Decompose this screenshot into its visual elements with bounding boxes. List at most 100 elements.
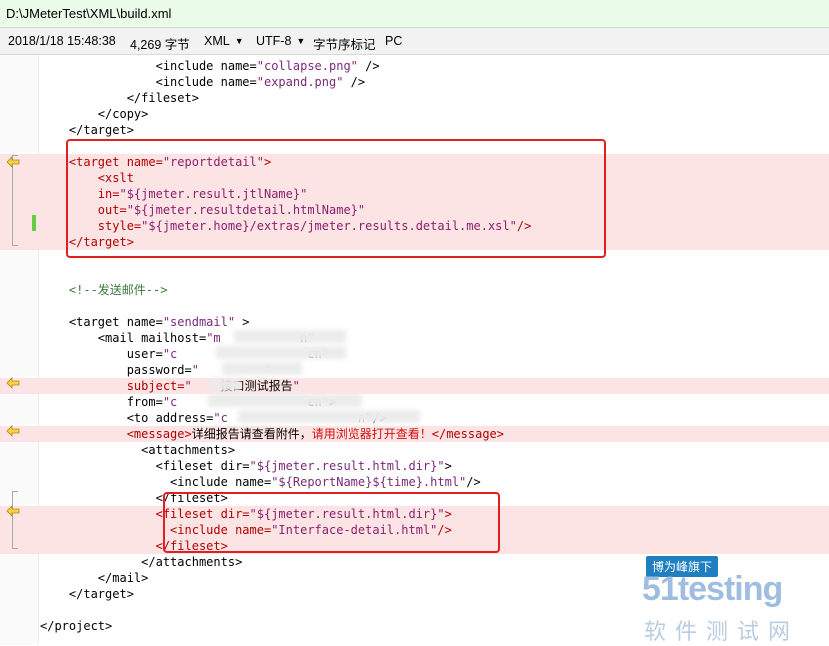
file-datetime: 2018/1/18 15:48:38 [8,34,116,48]
code-line[interactable]: <include name="expand.png" /> [0,74,829,90]
code-token: "expand.png" [256,75,344,89]
change-marker [32,215,36,231]
code-token: name= [220,59,257,73]
redacted-area [210,378,240,391]
code-token: 接口测试报告 [191,379,293,393]
code-text: <fileset dir="${jmeter.result.html.dir}"… [40,458,452,474]
code-token: name= [220,75,257,89]
path-bar: D:\JMeterTest\XML\build.xml [0,0,829,28]
code-token: </mail> [40,571,149,585]
code-text: </attachments> [40,554,242,570]
code-text: </copy> [40,106,149,122]
encoding-label: UTF-8 [256,34,292,48]
code-token: <include [40,75,221,89]
code-token: </project> [40,619,113,633]
code-line[interactable] [0,266,829,282]
code-line[interactable]: subject=" 接口测试报告" [0,378,829,394]
code-line[interactable]: <message>详细报告请查看附件，请用浏览器打开查看！</message> [0,426,829,442]
bom-toggle[interactable]: 字节序标记 [313,34,376,53]
code-text: <include name="collapse.png" /> [40,58,380,74]
code-line[interactable]: <attachments> [0,442,829,458]
code-token: </fileset> [40,91,199,105]
code-token: /> [357,59,380,73]
code-token: "${jmeter.result.html.dir}" [249,459,445,473]
arrow-left-icon [6,425,20,437]
redacted-area [222,362,302,375]
redacted-area [234,330,346,343]
arrow-left-icon [6,505,20,517]
watermark-logo: 博为峰旗下 51testing 软件测试网 [638,556,829,645]
code-token: name= [235,475,272,489]
code-token: dir= [220,459,250,473]
code-token: 请用浏览器打开查看！ [311,427,432,441]
code-token: </target> [40,587,134,601]
code-token: <message> [40,427,192,441]
chevron-down-icon: ▼ [296,36,306,46]
code-token: <!--发送邮件--> [40,283,168,297]
code-text: <target name="sendmail" > [40,314,250,330]
code-token: subject= [40,379,185,393]
code-token: "sendmail" [162,315,236,329]
code-line[interactable]: <include name="collapse.png" /> [0,58,829,74]
code-token: </attachments> [40,555,243,569]
fold-line [12,155,19,245]
code-text: <!--发送邮件--> [40,282,168,298]
code-token: /> [466,475,481,489]
code-token: /> [343,75,366,89]
redacted-area [216,346,346,359]
code-token: </copy> [40,107,149,121]
code-token: " [292,379,300,393]
code-line[interactable]: from="c cn"> [0,394,829,410]
code-token: "${ReportName}${time}.html" [271,475,467,489]
file-size: 4,269 字节 [130,38,190,52]
code-line[interactable]: </fileset> [0,90,829,106]
fold-line [12,491,19,548]
code-token: "collapse.png" [256,59,358,73]
annotation-box [66,139,606,258]
code-line[interactable] [0,298,829,314]
redacted-area [238,410,420,423]
file-path: D:\JMeterTest\XML\build.xml [6,6,172,21]
code-line[interactable]: <!--发送邮件--> [0,282,829,298]
code-token: </target> [40,123,134,137]
code-line[interactable]: user="c cn" [0,346,829,362]
code-text: subject=" 接口测试报告" [40,378,300,394]
encoding-selector[interactable]: UTF-8 ▼ [256,34,305,48]
code-line[interactable]: <mail mailhost="m n" [0,330,829,346]
watermark-brand: 51testing [642,570,783,608]
code-token: </message> [431,427,504,441]
code-text: <include name="expand.png" /> [40,74,366,90]
annotation-box [163,492,500,553]
code-token: 详细报告请查看附件， [191,427,312,441]
code-line[interactable]: <include name="${ReportName}${time}.html… [0,474,829,490]
chevron-down-icon: ▼ [234,36,244,46]
code-token: <include [40,59,221,73]
language-selector[interactable]: XML ▼ [204,34,244,48]
code-text: </fileset> [40,90,199,106]
arrow-left-icon [6,156,20,168]
code-text: </project> [40,618,112,634]
code-line[interactable]: </target> [0,122,829,138]
language-label: XML [204,34,230,48]
code-line[interactable]: </copy> [0,106,829,122]
code-line[interactable]: <fileset dir="${jmeter.result.html.dir}"… [0,458,829,474]
code-token: mailhost= [141,331,207,345]
code-token: > [444,459,452,473]
code-token: " [184,379,192,393]
code-text: <attachments> [40,442,235,458]
code-token: password= [40,363,192,377]
code-token: user= [40,347,163,361]
code-token: > [235,315,250,329]
code-token: address= [155,411,214,425]
code-text: <message>详细报告请查看附件，请用浏览器打开查看！</message> [40,426,504,442]
eol-toggle[interactable]: PC [385,34,402,48]
code-line[interactable]: <target name="sendmail" > [0,314,829,330]
code-line[interactable]: password=" " [0,362,829,378]
code-token: name= [126,315,163,329]
code-text: <include name="${ReportName}${time}.html… [40,474,481,490]
arrow-left-icon [6,377,20,389]
code-token: <attachments> [40,443,236,457]
code-text: </mail> [40,570,149,586]
code-token: <to [40,411,156,425]
fold-marker [12,245,18,246]
